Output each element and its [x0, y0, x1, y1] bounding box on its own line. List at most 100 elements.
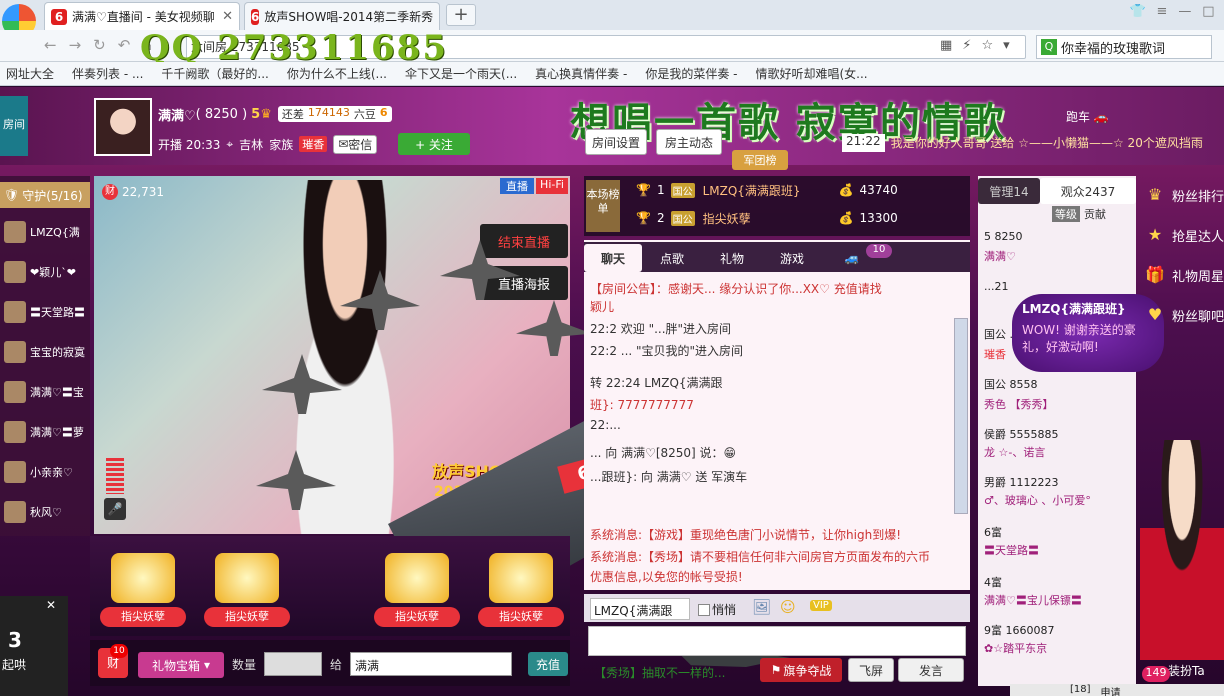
whisper-checkbox[interactable]: 悄悄 [698, 601, 736, 618]
bookmark-item[interactable]: 真心换真情伴奏 - [529, 65, 639, 82]
tab-song[interactable]: 点歌 [642, 244, 702, 272]
guard-item[interactable]: ❤颖儿`❤ [0, 256, 88, 288]
fan-chat-button[interactable]: ♥ 粉丝聊吧 [1138, 298, 1224, 332]
sort-level[interactable]: 等级 [1052, 206, 1080, 222]
avatar [4, 261, 26, 283]
secret-message-button[interactable]: ✉ 密信 [333, 134, 378, 154]
tab-chat[interactable]: 聊天 [584, 244, 642, 272]
audience-row[interactable]: 秀色 【秀秀】 [984, 396, 1134, 412]
audience-row[interactable]: 侯爵 5555885 [984, 426, 1134, 442]
end-live-button[interactable]: 结束直播 [480, 224, 568, 258]
tab-audience[interactable]: 观众2437 [1040, 178, 1136, 204]
fly-screen-button[interactable]: 飞屏 [848, 658, 894, 682]
lightning-icon[interactable]: ⚡ [962, 38, 971, 56]
guard-item[interactable]: 宝宝的寂寞 [0, 336, 88, 368]
star-grab-button[interactable]: ★ 抢星达人 [1138, 218, 1224, 252]
menu-icon[interactable]: ≡ [1157, 4, 1168, 24]
gift-item[interactable]: 指尖妖孽 [204, 545, 290, 627]
maximize-icon[interactable]: □ [1202, 4, 1214, 24]
undo-icon[interactable]: ↶ [118, 36, 131, 56]
audience-row[interactable]: 9富 1660087 [984, 622, 1134, 638]
recharge-button[interactable]: 充值 [528, 652, 568, 676]
search-box[interactable]: Q 你幸福的玫瑰歌词 [1036, 35, 1212, 59]
chat-input[interactable] [588, 626, 966, 656]
tab-gift[interactable]: 礼物 [702, 244, 762, 272]
audience-row[interactable]: 国公 8558 [984, 376, 1134, 392]
send-button[interactable]: 发言 [898, 658, 964, 682]
audience-row[interactable]: ...21 [984, 280, 1134, 293]
audience-row[interactable]: 6富 [984, 524, 1134, 540]
forward-icon[interactable]: → [69, 36, 82, 56]
dress-up-label[interactable]: 装扮Ta [1168, 662, 1205, 679]
to-select[interactable]: 满满 [350, 652, 512, 676]
audience-row[interactable]: 龙 ☆-、诺言 [984, 444, 1134, 460]
audience-row[interactable]: 男爵 1112223 [984, 474, 1134, 490]
guard-item[interactable]: 满满♡〓萝 [0, 416, 88, 448]
vip-icon[interactable]: VIP [810, 600, 832, 611]
nav-buttons[interactable]: ← → ↻ ↶ ⌂ [44, 36, 154, 56]
gift-item[interactable]: 指尖妖孽 [478, 545, 564, 627]
audience-row[interactable]: 4富 [984, 574, 1134, 590]
star-icon[interactable]: ☆ [981, 38, 993, 56]
tab-live-room[interactable]: 6 满满♡直播间 - 美女视频聊 ✕ [44, 2, 240, 30]
follow-button[interactable]: + 关注 [398, 133, 470, 155]
minimize-icon[interactable]: — [1178, 4, 1191, 24]
bookmark-item[interactable]: 你是我的菜伴奏 - [639, 65, 749, 82]
guard-item[interactable]: 〓天堂路〓 [0, 296, 88, 328]
audience-row[interactable]: ♂、玻璃心 、小可爱° [984, 492, 1134, 508]
bookmark-item[interactable]: 伞下又是一个雨天(... [399, 65, 529, 82]
host-dynamics-button[interactable]: 房主动态 [656, 129, 722, 155]
chevron-down-icon[interactable]: ▾ [1003, 38, 1010, 56]
qty-input[interactable] [264, 652, 322, 676]
new-tab-button[interactable]: + [446, 4, 476, 26]
fan-rank-button[interactable]: ♛ 粉丝排行 [1138, 178, 1224, 212]
audience-row[interactable]: 5 8250 [984, 230, 1134, 243]
bottom-apply[interactable]: 申请 [1101, 684, 1121, 696]
bookmark-item[interactable]: 千千阙歌（最好的... [155, 65, 280, 82]
refresh-icon[interactable]: ↻ [93, 36, 106, 56]
family-badge[interactable]: 璀香 [299, 136, 328, 152]
bookmark-item[interactable]: 情歌好听却难唱(女... [749, 65, 879, 82]
guard-item[interactable]: LMZQ{满 [0, 216, 88, 248]
host-avatar[interactable] [94, 98, 152, 156]
tab-admin[interactable]: 管理14 [978, 178, 1040, 204]
audience-row[interactable]: 满满♡〓宝儿保镖〓 [984, 592, 1134, 608]
bookmark-item[interactable]: 伴奏列表 - ... [66, 65, 155, 82]
qr-icon[interactable]: ▦ [940, 38, 952, 56]
shirt-icon[interactable]: 👕 [1129, 4, 1145, 24]
window-controls[interactable]: 👕 ≡ — □ [1124, 4, 1220, 24]
back-icon[interactable]: ← [44, 36, 57, 56]
microphone-icon[interactable]: 🎤 [104, 498, 126, 520]
rank-row[interactable]: 🏆 2 国公 指尖妖孽 💰 13300 [636, 208, 966, 228]
bookmark-item[interactable]: 你为什么不上线(... [281, 65, 399, 82]
gift-week-button[interactable]: 🎁 礼物周星 [1138, 258, 1224, 292]
close-icon[interactable]: ✕ [433, 9, 439, 24]
image-icon[interactable]: 🖼 [752, 598, 771, 616]
audience-row[interactable]: ✿☆踏平东京 [984, 640, 1134, 656]
room-side-tab[interactable]: 房间 [0, 96, 28, 156]
tab-show[interactable]: 6 放声SHOW唱-2014第二季新秀 ✕ [244, 2, 440, 30]
avatar [4, 221, 26, 243]
guard-item[interactable]: 满满♡〓宝 [0, 376, 88, 408]
chat-target[interactable]: LMZQ{满满跟 [590, 598, 690, 620]
chat-line: 22:2 欢迎 "...胖"进入房间 [590, 322, 732, 336]
audience-row[interactable]: 满满♡ [984, 248, 1134, 264]
guard-item[interactable]: 秋风♡ [0, 496, 88, 528]
sort-contrib[interactable]: 贡献 [1084, 206, 1106, 222]
audience-row[interactable]: 〓天堂路〓 [984, 542, 1134, 558]
gift-item[interactable]: 指尖妖孽 [374, 545, 460, 627]
close-icon[interactable]: ✕ [216, 9, 233, 24]
army-rank-button[interactable]: 军团榜 [732, 150, 788, 170]
emoji-icon[interactable]: ☺ [780, 598, 796, 616]
gift-treasure-button[interactable]: 礼物宝箱 ▾ [138, 652, 224, 678]
tab-game[interactable]: 游戏 [762, 244, 822, 272]
gift-item[interactable]: 指尖妖孽 [100, 545, 186, 627]
bookmark-item[interactable]: 网址大全 [0, 65, 66, 82]
rank-row[interactable]: 🏆 1 国公 LMZQ{满满跟班} 💰 43740 [636, 180, 966, 200]
guard-item[interactable]: 小亲亲♡ [0, 456, 88, 488]
search-icon[interactable]: Q [1041, 39, 1057, 55]
grab-flag-button[interactable]: ⚑ 旗争夺战 [760, 658, 842, 682]
chat-scrollbar[interactable] [954, 318, 968, 514]
close-icon[interactable]: ✕ [46, 598, 56, 612]
room-settings-button[interactable]: 房间设置 [585, 129, 647, 155]
